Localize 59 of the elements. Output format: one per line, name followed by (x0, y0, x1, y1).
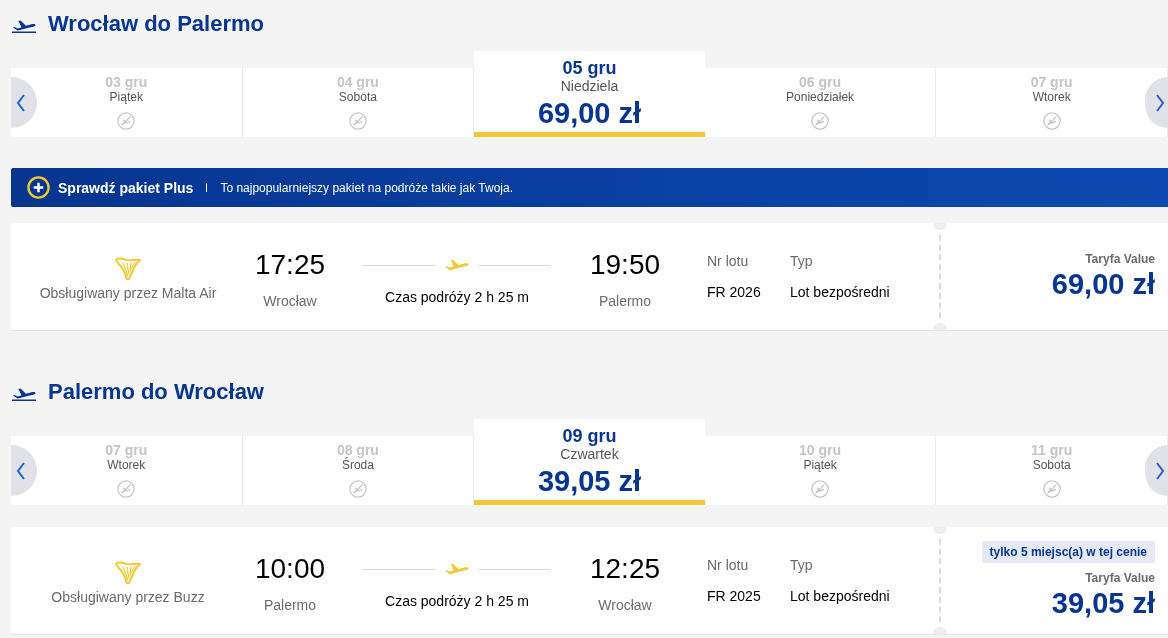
arrival-city: Palermo (598, 292, 652, 310)
date-tab[interactable]: 08 gru Środa (242, 436, 475, 505)
flight-card[interactable]: Obsługiwany przez Buzz 10:00 Palermo Czas podróży 2 h 25 m 12:25 Wrocław Nr lotu FR 2025 Typ Lot bezpośredni tylko 5 miejsc(a) w tej cenie Taryfa Value 39,05 zł (11, 527, 1168, 635)
date-tab[interactable]: 07 gru Wtorek (11, 436, 243, 505)
no-flight-icon (811, 112, 830, 130)
departure-time: 17:25 (254, 248, 326, 282)
flight-type-label: Typ (790, 252, 813, 270)
no-flight-icon (348, 112, 367, 130)
date-tab[interactable]: 05 gru Niedziela 69,00 zł (474, 51, 705, 137)
promo-title: Sprawdź pakiet Plus (58, 179, 194, 196)
arrival-time: 19:50 (589, 248, 661, 282)
promo-banner[interactable]: Sprawdź pakiet Plus To najpopularniejszy pakiet na podróże takie jak Twoja. (11, 168, 1168, 207)
chevron-left-icon (16, 93, 26, 112)
card-notch (933, 627, 947, 634)
date-tab[interactable]: 03 gru Piątek (11, 68, 243, 137)
flight-duration: Czas podróży 2 h 25 m (385, 288, 529, 306)
departure-time: 10:00 (254, 552, 326, 586)
arrival-time: 12:25 (589, 552, 661, 586)
flight-number: FR 2025 (707, 587, 761, 605)
route-heading: Wrocław do Palermo (48, 11, 264, 37)
promo-text: To najpopularniejszy pakiet na podróże takie jak Twoja. (220, 180, 513, 195)
no-flight-icon (811, 480, 830, 498)
route-heading: Palermo do Wrocław (48, 379, 264, 405)
fare-price: 69,00 zł (1051, 267, 1155, 301)
no-flight-icon (348, 480, 367, 498)
plane-icon (445, 259, 469, 271)
arrival-city: Wrocław (598, 596, 652, 614)
no-flight-icon (117, 480, 136, 498)
flight-type-label: Typ (790, 556, 813, 574)
date-tab[interactable]: 07 gru Wtorek (936, 68, 1168, 137)
fare-name: Taryfa Value (1085, 571, 1155, 586)
chevron-right-icon (1155, 93, 1165, 112)
date-tab[interactable]: 11 gru Sobota (936, 436, 1168, 505)
operator-label: Obsługiwany przez Buzz (51, 588, 205, 606)
card-notch (933, 323, 947, 330)
plane-icon (445, 563, 469, 575)
flight-type: Lot bezpośredni (790, 283, 890, 301)
flight-type: Lot bezpośredni (790, 587, 890, 605)
no-flight-icon (117, 112, 136, 130)
date-tab[interactable]: 10 gru Piątek (704, 436, 937, 505)
departure-city: Palermo (263, 596, 317, 614)
flight-duration: Czas podróży 2 h 25 m (385, 592, 529, 610)
no-flight-icon (1042, 112, 1061, 130)
chevron-right-icon (1155, 461, 1165, 480)
plus-icon (27, 176, 50, 199)
operator-label: Obsługiwany przez Malta Air (39, 284, 217, 302)
no-flight-icon (1042, 480, 1061, 498)
departure-city: Wrocław (263, 292, 317, 310)
date-tab[interactable]: 04 gru Sobota (242, 68, 475, 137)
fare-name: Taryfa Value (1085, 252, 1155, 267)
flight-number: FR 2026 (707, 283, 761, 301)
flight-card[interactable]: Obsługiwany przez Malta Air 17:25 Wrocław Czas podróży 2 h 25 m 19:50 Palermo Nr lotu FR 2026 Typ Lot bezpośredni Taryfa Value 69,00 zł (11, 223, 1168, 331)
date-tab[interactable]: 09 gru Czwartek 39,05 zł (474, 419, 705, 505)
chevron-left-icon (16, 461, 26, 480)
fare-price: 39,05 zł (1051, 586, 1155, 620)
seats-left-badge: tylko 5 miejsc(a) w tej cenie (981, 541, 1155, 563)
flight-number-label: Nr lotu (707, 252, 749, 270)
date-tab[interactable]: 06 gru Poniedziałek (704, 68, 937, 137)
flight-number-label: Nr lotu (707, 556, 749, 574)
